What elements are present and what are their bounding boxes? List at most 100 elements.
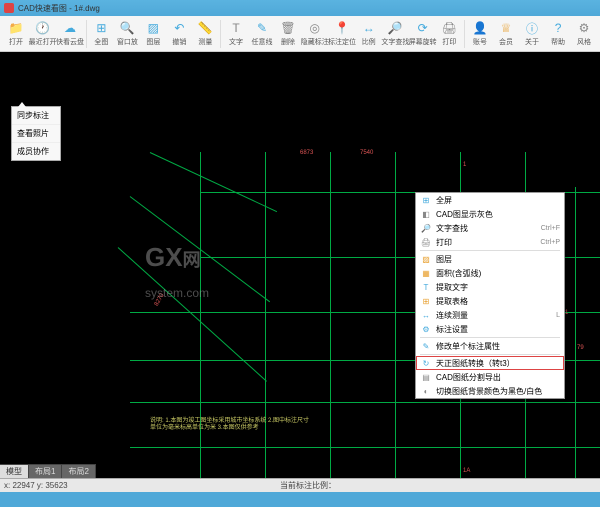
ctx-item[interactable]: ▦面积(含弧线)	[416, 266, 564, 280]
toolbar-icon: 👤	[472, 20, 488, 36]
toolbar-最近打开[interactable]: 🕐最近打开	[29, 18, 56, 49]
toolbar-icon: 📁	[8, 20, 24, 36]
ctx-icon: ⊞	[420, 296, 432, 306]
ctx-item[interactable]: ✎ 修改单个标注属性	[416, 339, 564, 353]
toolbar-快看云盘[interactable]: ☁快看云盘	[56, 18, 83, 49]
toolbar-icon: 📍	[334, 20, 350, 36]
toolbar-label: 窗口放	[117, 37, 138, 47]
layout-tabs: 模型布局1布局2	[0, 464, 96, 478]
toolbar-测量[interactable]: 📏测量	[192, 18, 218, 49]
toolbar-隐藏标注[interactable]: ◎隐藏标注	[301, 18, 328, 49]
ctx-item[interactable]: ◧CAD图显示灰色	[416, 207, 564, 221]
toolbar-关于[interactable]: ⓘ关于	[519, 18, 545, 49]
dropdown-item[interactable]: 成员协作	[12, 143, 60, 160]
toolbar-label: 隐藏标注	[301, 37, 329, 47]
toolbar-屏幕旋转[interactable]: ⟳屏幕旋转	[409, 18, 436, 49]
ctx-label: 修改单个标注属性	[436, 341, 560, 352]
ctx-item[interactable]: 🔎文字查找Ctrl+F	[416, 221, 564, 235]
ctx-label: CAD图纸分割导出	[436, 372, 560, 383]
ctx-item[interactable]: ▨ 图层	[416, 252, 564, 266]
ctx-label: 提取表格	[436, 296, 560, 307]
ctx-label: 打印	[436, 237, 540, 248]
ctx-label: 全屏	[436, 195, 560, 206]
toolbar-label: 快看云盘	[56, 37, 84, 47]
ctx-item[interactable]: ↔连续测量L	[416, 308, 564, 322]
ctx-icon: ⚙	[420, 324, 432, 334]
toolbar-icon: ⓘ	[524, 20, 540, 36]
layout-tab[interactable]: 布局1	[29, 465, 61, 478]
toolbar-图层[interactable]: ▨图层	[140, 18, 166, 49]
toolbar-撤销[interactable]: ↶撤销	[166, 18, 192, 49]
toolbar-帮助[interactable]: ?帮助	[545, 18, 571, 49]
ctx-label: 标注设置	[436, 324, 560, 335]
toolbar: 📁打开🕐最近打开☁快看云盘⊞全图🔍窗口放▨图层↶撤销📏测量T文字✎任意线🗑删除◎…	[0, 16, 600, 52]
toolbar-标注定位[interactable]: 📍标注定位	[328, 18, 355, 49]
app-icon	[4, 3, 14, 13]
ctx-item[interactable]: ◐ 切换图纸背景颜色为黑色/白色	[416, 384, 564, 398]
dropdown-item[interactable]: 查看照片	[12, 125, 60, 143]
dimension-label: 79	[577, 345, 584, 351]
toolbar-窗口放[interactable]: 🔍窗口放	[114, 18, 140, 49]
scale-label: 当前标注比例：	[280, 480, 336, 491]
ctx-label: 天正图纸转换（转t3）	[436, 358, 560, 369]
toolbar-label: 标注定位	[328, 37, 356, 47]
ctx-icon: ◐	[420, 386, 432, 396]
toolbar-icon: ⟳	[415, 20, 431, 36]
statusbar: x: 22947 y: 35623 当前标注比例：	[0, 478, 600, 492]
toolbar-文字查找[interactable]: 🔎文字查找	[382, 18, 409, 49]
ctx-item[interactable]: ⊞ 全屏	[416, 193, 564, 207]
ctx-item[interactable]: 🖨打印Ctrl+P	[416, 235, 564, 249]
dimension-label: 7540	[360, 150, 373, 156]
toolbar-风格[interactable]: ⚙风格	[571, 18, 597, 49]
window-title: CAD快速看图 - 1#.dwg	[18, 3, 100, 14]
toolbar-icon: T	[228, 20, 244, 36]
toolbar-会员[interactable]: ♕会员	[493, 18, 519, 49]
toolbar-label: 全图	[94, 37, 108, 47]
toolbar-全图[interactable]: ⊞全图	[88, 18, 114, 49]
ctx-item[interactable]: ↻天正图纸转换（转t3）	[416, 356, 564, 370]
ctx-icon: ⊞	[420, 195, 432, 205]
toolbar-label: 测量	[198, 37, 212, 47]
toolbar-icon: 🖨	[441, 20, 457, 36]
toolbar-打印[interactable]: 🖨打印	[436, 18, 462, 49]
ctx-label: 提取文字	[436, 282, 560, 293]
toolbar-文字[interactable]: T文字	[223, 18, 249, 49]
toolbar-打开[interactable]: 📁打开	[3, 18, 29, 49]
ctx-label: 图层	[436, 254, 560, 265]
ctx-item[interactable]: ⊞ 提取表格	[416, 294, 564, 308]
dropdown-item[interactable]: 同步标注	[12, 107, 60, 125]
ctx-item[interactable]: ▤ CAD图纸分割导出	[416, 370, 564, 384]
ctx-icon: ↔	[420, 310, 432, 320]
ctx-label: 切换图纸背景颜色为黑色/白色	[436, 386, 560, 397]
toolbar-任意线[interactable]: ✎任意线	[249, 18, 275, 49]
layout-tab[interactable]: 布局2	[62, 465, 94, 478]
dimension-label: 1A	[463, 468, 470, 474]
ctx-label: 面积(含弧线)	[436, 268, 560, 279]
toolbar-比例[interactable]: ↔比例	[356, 18, 382, 49]
ctx-label: 文字查找	[436, 223, 541, 234]
toolbar-dropdown: 同步标注查看照片成员协作	[11, 106, 61, 161]
toolbar-删除[interactable]: 🗑删除	[275, 18, 301, 49]
toolbar-label: 任意线	[252, 37, 273, 47]
toolbar-label: 屏幕旋转	[409, 37, 437, 47]
ctx-icon: ▨	[420, 254, 432, 264]
ctx-item[interactable]: T提取文字	[416, 280, 564, 294]
toolbar-label: 帮助	[551, 37, 565, 47]
toolbar-label: 会员	[499, 37, 513, 47]
layout-tab[interactable]: 模型	[0, 465, 28, 478]
toolbar-label: 打开	[9, 37, 23, 47]
toolbar-icon: 🕐	[35, 20, 51, 36]
ctx-item[interactable]: ⚙ 标注设置	[416, 322, 564, 336]
toolbar-label: 账号	[473, 37, 487, 47]
ctx-icon: 🔎	[420, 223, 432, 233]
drawing-note: 说明: 1.本图为竣工图坐标采用城市坐标系统 2.图中标注尺寸单位为毫米标高单位…	[150, 418, 310, 432]
toolbar-label: 删除	[281, 37, 295, 47]
toolbar-账号[interactable]: 👤账号	[467, 18, 493, 49]
toolbar-label: 图层	[146, 37, 160, 47]
ctx-icon: ▤	[420, 372, 432, 382]
ctx-icon: ✎	[420, 341, 432, 351]
toolbar-icon: 🔍	[119, 20, 135, 36]
drawing-canvas[interactable]: 68737540827011461791A 说明: 1.本图为竣工图坐标采用城市…	[0, 52, 600, 492]
toolbar-icon: ◎	[307, 20, 323, 36]
context-menu: ⊞全屏◧CAD图显示灰色🔎文字查找Ctrl+F🖨打印Ctrl+P▨图层▦面积(含…	[415, 192, 565, 399]
